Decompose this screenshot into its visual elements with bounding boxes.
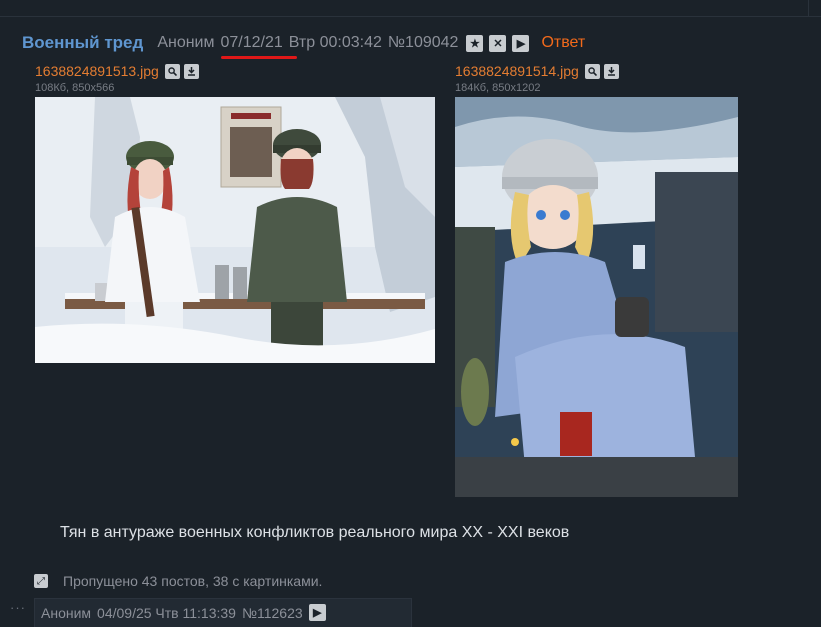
omitted-posts: ⤢ Пропущено 43 постов, 38 с картинками.	[34, 572, 322, 590]
search-icon[interactable]	[164, 63, 180, 79]
download-glyph	[607, 66, 615, 76]
thumbnail-illustration-2	[455, 97, 738, 497]
post-header: Военный тред Аноним 07/12/21 Втр 00:03:4…	[22, 31, 585, 59]
thumbnail-illustration-1	[35, 97, 435, 363]
file-link-1[interactable]: 1638824891513.jpg	[35, 63, 159, 79]
magnifier-glyph	[168, 66, 177, 76]
file-link-2[interactable]: 1638824891514.jpg	[455, 63, 579, 79]
file-name-row: 1638824891513.jpg	[35, 62, 203, 80]
star-icon[interactable]: ★	[466, 34, 484, 52]
post-date-wrap: 07/12/21	[220, 34, 297, 59]
post-message: Тян в антураже военных конфликтов реальн…	[60, 524, 570, 541]
search-icon[interactable]	[584, 63, 600, 79]
post-number[interactable]: №109042	[388, 34, 459, 52]
reply-post-number[interactable]: №112623	[242, 605, 303, 621]
date-underline-mark	[220, 56, 297, 59]
thread-subject[interactable]: Военный тред	[22, 33, 143, 53]
file-meta-2: 184Кб, 850x1202	[455, 82, 541, 94]
close-icon[interactable]: ✕	[489, 34, 507, 52]
reply-post-card: Аноним 04/09/25 Чтв 11:13:39 №112623 ▶	[34, 598, 412, 627]
thumbnail-image-1[interactable]	[35, 97, 435, 363]
post-date: 07/12/21	[220, 34, 283, 51]
magnifier-glyph	[588, 66, 597, 76]
reply-link[interactable]: Ответ	[541, 34, 585, 52]
file-block-1: 1638824891513.jpg 108Кб, 850x566	[35, 62, 203, 95]
reply-author: Аноним	[41, 604, 92, 621]
omitted-text: Пропущено 43 постов, 38 с картинками.	[63, 573, 323, 589]
file-block-2: 1638824891514.jpg 184Кб, 850x1202	[455, 62, 623, 95]
reply-datetime: 04/09/25 Чтв 11:13:39	[97, 604, 236, 621]
download-icon[interactable]	[183, 63, 199, 79]
play-icon[interactable]: ▶	[512, 34, 530, 52]
download-glyph	[187, 66, 195, 76]
top-border	[0, 0, 821, 17]
top-border-corner	[808, 0, 821, 16]
file-name-row: 1638824891514.jpg	[455, 62, 623, 80]
expand-icon[interactable]: ⤢	[34, 574, 48, 588]
thread-page: Военный тред Аноним 07/12/21 Втр 00:03:4…	[0, 0, 821, 627]
ellipsis-icon[interactable]: ···	[10, 600, 26, 615]
play-icon[interactable]: ▶	[308, 604, 326, 621]
post-time: Втр 00:03:42	[288, 34, 382, 51]
thumbnail-image-2[interactable]	[455, 97, 738, 497]
file-meta-1: 108Кб, 850x566	[35, 82, 115, 94]
reply-post-header: Аноним 04/09/25 Чтв 11:13:39 №112623 ▶	[41, 604, 332, 621]
download-icon[interactable]	[603, 63, 619, 79]
post-author: Аноним	[157, 34, 215, 51]
